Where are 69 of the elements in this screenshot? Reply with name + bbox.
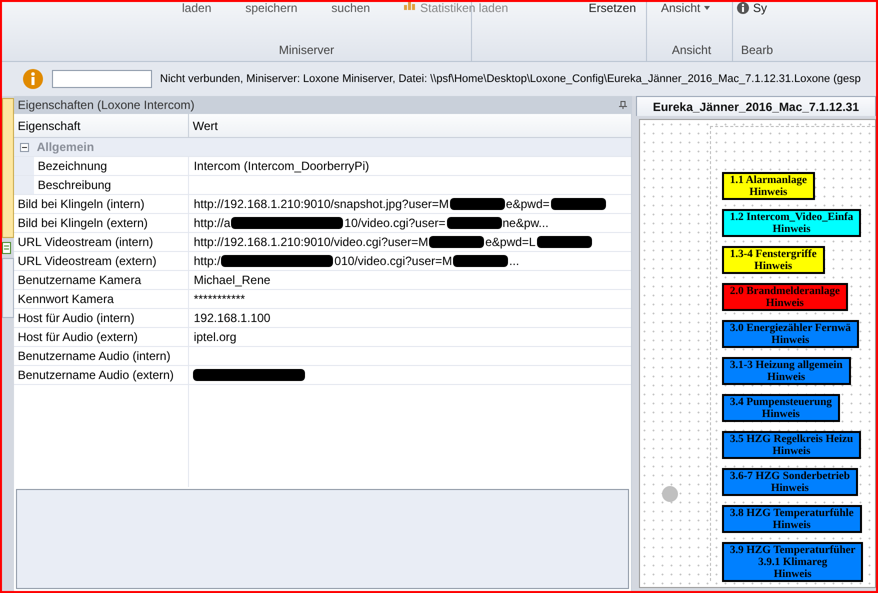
property-name: Benutzername Audio (intern) (16, 348, 170, 365)
note-block: 3.9 HZG Temperaturfüher 3.9.1 Klimareg Hinweis (722, 542, 864, 582)
value-text: e&pwd=L (484, 234, 537, 251)
note-block: 1.2 Intercom_Video_Einfa Hinweis (722, 209, 862, 237)
collapse-icon[interactable] (20, 142, 29, 152)
side-tab[interactable] (2, 258, 14, 318)
view-dropdown[interactable]: Ansicht (651, 2, 732, 14)
note-block: 3.0 Energiezähler Fernwä Hinweis (722, 320, 859, 348)
value-text: http://a (192, 215, 232, 232)
property-name: Kennwort Kamera (16, 291, 114, 308)
value-text: iptel.org (192, 329, 238, 346)
group-label: Bearb (740, 42, 774, 59)
value-text: 10/video.cgi?user= (343, 215, 446, 232)
value-text: Intercom (Intercom_DoorberryPi) (192, 158, 370, 175)
document-icon (2, 242, 12, 254)
info-icon (737, 2, 749, 14)
value-text: http://192.168.1.210:9010/video.cgi?user=M (192, 234, 430, 251)
property-name: Bild bei Klingeln (extern) (16, 215, 148, 232)
side-tab[interactable] (2, 98, 14, 238)
status-message: Nicht verbunden, Miniserver: Loxone Miniserver, Datei: \\psf\Home\Desktop\Loxone_Config\Eureka_Jänner_2016_Mac_7.1.12.31.Loxone (gesp (160, 72, 861, 87)
note-block: 3.6-7 HZG Sonderbetrieb Hinweis (722, 468, 858, 496)
replace-button[interactable]: Ersetzen (588, 2, 636, 14)
property-name: URL Videostream (intern) (16, 234, 154, 251)
property-name: Benutzername Kamera (16, 272, 142, 289)
note-block: 3.5 HZG Regelkreis Heizu Hinweis (722, 431, 862, 459)
bar-chart-icon (404, 2, 416, 10)
column-header[interactable]: Eigenschaft (14, 114, 189, 137)
column-header[interactable]: Wert (188, 114, 631, 137)
value-text: ne&pw... (502, 215, 550, 232)
group-label: Allgemein (36, 139, 94, 156)
ribbon-button[interactable]: speichern (245, 2, 298, 14)
document-tab[interactable]: Eureka_Jänner_2016_Mac_7.1.12.31 (636, 96, 876, 116)
note-block: 3.8 HZG Temperaturfühle Hinweis (722, 505, 862, 533)
redaction-mark (536, 236, 592, 248)
redaction-mark (429, 236, 484, 248)
property-name: Beschreibung (34, 176, 188, 194)
info-icon (22, 68, 44, 90)
input-field[interactable] (52, 70, 152, 88)
ribbon-button[interactable]: suchen (331, 2, 370, 14)
property-name: Host für Audio (extern) (16, 329, 138, 346)
group-label: Ansicht (670, 42, 712, 59)
property-name: Benutzername Audio (extern) (16, 367, 174, 384)
caret-icon (704, 6, 710, 10)
note-block: 2.0 Brandmelderanlage Hinweis (722, 283, 848, 311)
property-name: URL Videostream (extern) (16, 253, 156, 270)
value-text: 192.168.1.100 (192, 310, 272, 327)
panel-title: Eigenschaften (Loxone Intercom) (18, 97, 194, 114)
value-text: e&pwd= (504, 196, 551, 213)
note-block: 3.4 Pumpensteuerung Hinweis (722, 394, 840, 422)
value-text: Michael_Rene (192, 272, 272, 289)
note-block: 1.1 Alarmanlage Hinweis (722, 172, 815, 200)
redaction-mark (550, 198, 606, 210)
ribbon-button[interactable]: laden (182, 2, 212, 14)
property-name: Bild bei Klingeln (intern) (16, 196, 144, 213)
redaction-mark (446, 217, 502, 229)
value-text: http://192.168.1.210:9010/snapshot.jpg?user=M (192, 196, 450, 213)
redaction-mark (450, 198, 505, 210)
note-block: 1.3-4 Fenstergriffe Hinweis (722, 246, 825, 274)
redaction-mark (453, 255, 508, 267)
value-text: 010/video.cgi?user=M (333, 253, 454, 270)
pin-icon[interactable] (618, 101, 627, 109)
value-text: ... (508, 253, 520, 270)
property-name: Bezeichnung (34, 157, 188, 175)
value-text: *********** (192, 291, 246, 308)
group-label: Miniserver (278, 42, 336, 59)
ribbon-button[interactable]: Sy (737, 2, 876, 14)
property-name: Host für Audio (intern) (16, 310, 134, 327)
note-block: 3.1-3 Heizung allgemein Hinweis (722, 357, 851, 385)
value-text: http:/ (192, 253, 222, 270)
